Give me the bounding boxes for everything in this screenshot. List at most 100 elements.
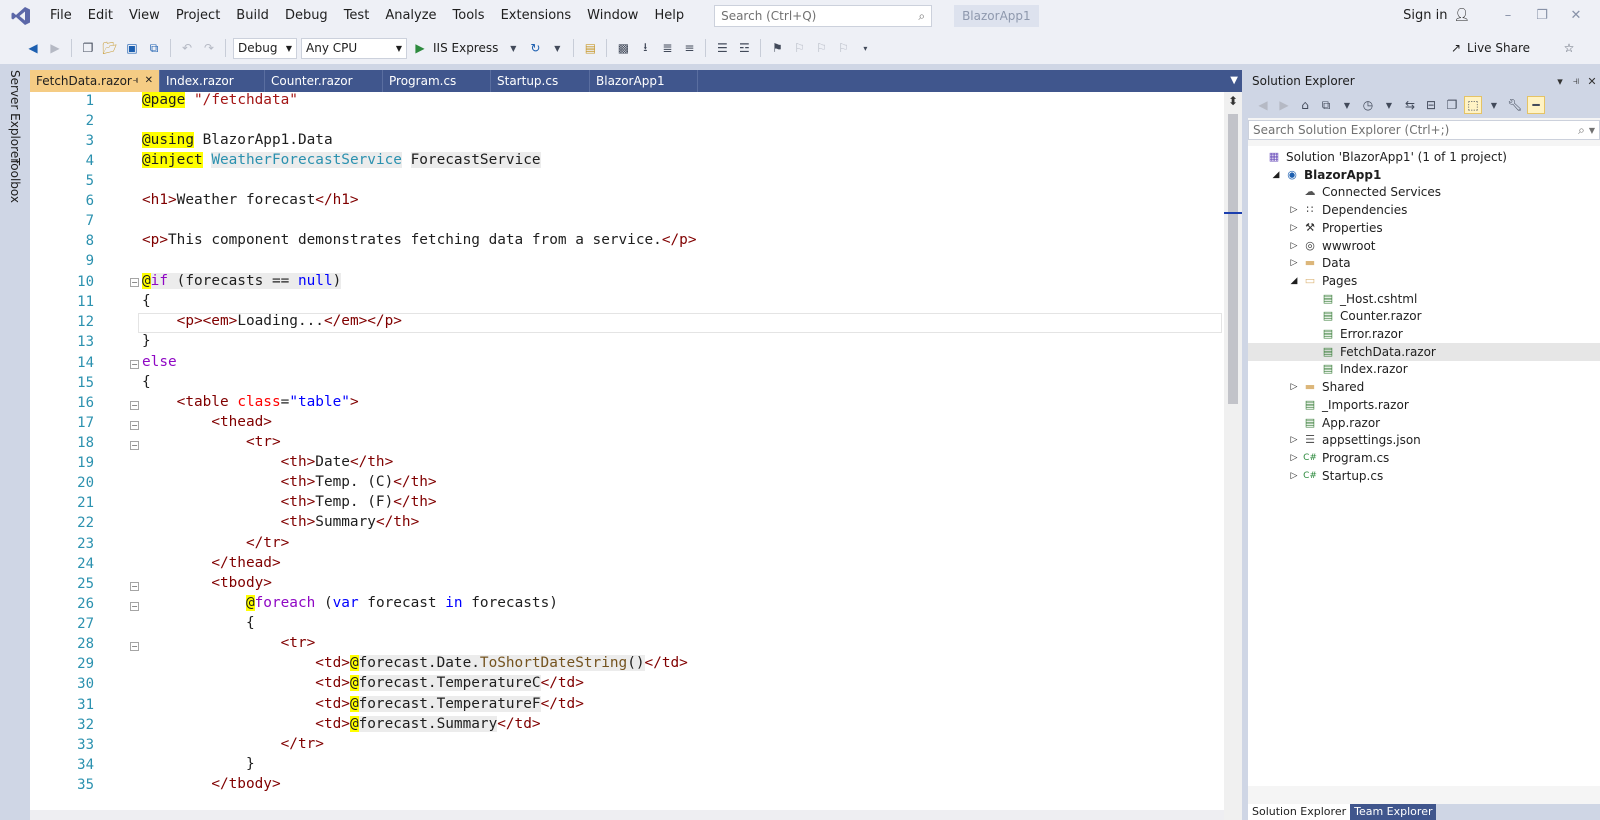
tree-item[interactable]: ▦ Solution 'BlazorApp1' (1 of 1 project) xyxy=(1248,148,1600,166)
chevron-down-icon[interactable]: ▼ xyxy=(1589,126,1595,135)
start-debugging-icon[interactable]: ▶ xyxy=(411,39,429,57)
collapsed-arrow-icon[interactable]: ▷ xyxy=(1288,254,1300,272)
window-position-icon[interactable]: ▾ xyxy=(1552,75,1568,88)
tree-item[interactable]: ▷ C# Startup.cs xyxy=(1248,467,1600,485)
split-window-icon[interactable]: ⬍ xyxy=(1226,94,1240,108)
chevron-down-icon[interactable]: ▼ xyxy=(1380,96,1398,114)
chevron-down-icon[interactable]: ▼ xyxy=(548,39,566,57)
menu-analyze[interactable]: Analyze xyxy=(377,0,444,32)
tab-team-explorer[interactable]: Team Explorer xyxy=(1350,804,1437,820)
pin-icon[interactable]: ⫣ xyxy=(133,70,139,92)
chevron-down-icon[interactable]: ▼ xyxy=(504,39,522,57)
menu-file[interactable]: File xyxy=(42,0,80,32)
toolbox-tab[interactable]: Toolbox xyxy=(8,158,22,203)
scrollbar-thumb[interactable] xyxy=(1228,114,1238,404)
toolbar-options-icon[interactable]: ▾ xyxy=(856,39,874,57)
tree-item[interactable]: ▷ C# Program.cs xyxy=(1248,449,1600,467)
bookmark-icon[interactable]: ⚑ xyxy=(768,39,786,57)
configuration-dropdown[interactable]: Debug ▼ xyxy=(233,37,297,59)
collapsed-arrow-icon[interactable]: ▷ xyxy=(1288,431,1300,449)
collapsed-arrow-icon[interactable]: ▷ xyxy=(1288,237,1300,255)
close-icon[interactable]: ✕ xyxy=(1584,75,1600,88)
feedback-icon[interactable]: ☆ xyxy=(1560,39,1578,57)
uncomment-icon[interactable]: ☲ xyxy=(735,39,753,57)
collapse-icon[interactable]: − xyxy=(130,278,139,287)
back-icon[interactable]: ◀ xyxy=(1254,96,1272,114)
menu-test[interactable]: Test xyxy=(336,0,378,32)
switch-views-icon[interactable]: ⧉ xyxy=(1317,96,1335,114)
close-icon[interactable]: ✕ xyxy=(145,70,153,92)
next-bookmark-icon[interactable]: ⚐ xyxy=(812,39,830,57)
preview-selected-icon[interactable]: ⬚ xyxy=(1464,96,1482,114)
menu-edit[interactable]: Edit xyxy=(80,0,121,32)
new-project-icon[interactable]: ❐ xyxy=(79,39,97,57)
collapse-icon[interactable]: − xyxy=(130,642,139,651)
redo-icon[interactable]: ↷ xyxy=(200,39,218,57)
tree-item[interactable]: ▷ ▬ Data xyxy=(1248,254,1600,272)
tab-startup-cs[interactable]: Startup.cs xyxy=(491,70,590,92)
show-all-files-icon[interactable]: ❐ xyxy=(1443,96,1461,114)
tree-item[interactable]: ▤ _Host.cshtml xyxy=(1248,290,1600,308)
collapse-icon[interactable]: − xyxy=(130,441,139,450)
tree-item[interactable]: ▤ Counter.razor xyxy=(1248,307,1600,325)
tree-item[interactable]: ◢ ◉ BlazorApp1 xyxy=(1248,166,1600,184)
step-icon[interactable]: ⭳ xyxy=(636,39,654,57)
forward-icon[interactable]: ▶ xyxy=(46,39,64,57)
sign-in-button[interactable]: Sign in 👤︎ xyxy=(1403,0,1470,32)
prev-bookmark-icon[interactable]: ⚐ xyxy=(790,39,808,57)
collapse-icon[interactable]: − xyxy=(130,582,139,591)
tree-item[interactable]: ☁ Connected Services xyxy=(1248,183,1600,201)
platform-dropdown[interactable]: Any CPU ▼ xyxy=(301,37,407,59)
menu-help[interactable]: Help xyxy=(646,0,692,32)
collapse-icon[interactable]: − xyxy=(130,421,139,430)
refresh-icon[interactable]: ↻ xyxy=(526,39,544,57)
solution-search-input[interactable]: Search Solution Explorer (Ctrl+;) ⌕ ▼ xyxy=(1248,120,1600,140)
collapse-icon[interactable]: − xyxy=(130,401,139,410)
menu-window[interactable]: Window xyxy=(579,0,646,32)
run-target-button[interactable]: IIS Express xyxy=(433,41,500,55)
auto-hide-pin-icon[interactable]: ⫣ xyxy=(1568,74,1584,88)
menu-project[interactable]: Project xyxy=(168,0,228,32)
tab-fetchdata-razor[interactable]: FetchData.razor ⫣ ✕ xyxy=(30,70,160,92)
tree-item[interactable]: ▷ ∷ Dependencies xyxy=(1248,201,1600,219)
live-share-button[interactable]: ↗ Live Share xyxy=(1451,32,1530,64)
home-icon[interactable]: ⌂ xyxy=(1296,96,1314,114)
menu-build[interactable]: Build xyxy=(228,0,277,32)
menu-view[interactable]: View xyxy=(121,0,168,32)
search-input[interactable]: Search (Ctrl+Q) ⌕ xyxy=(714,5,933,27)
format-icon[interactable]: ≡ xyxy=(680,39,698,57)
tree-item[interactable]: ▤ FetchData.razor xyxy=(1248,342,1600,361)
tree-item[interactable]: ▤ Error.razor xyxy=(1248,325,1600,343)
open-folder-icon[interactable]: 📂︎ xyxy=(101,39,119,57)
close-icon[interactable]: ✕ xyxy=(1568,8,1584,24)
collapse-icon[interactable]: − xyxy=(130,360,139,369)
expanded-arrow-icon[interactable]: ◢ xyxy=(1288,272,1300,290)
outline-icon[interactable]: ≣ xyxy=(658,39,676,57)
save-icon[interactable]: ▣ xyxy=(123,39,141,57)
tab-index-razor[interactable]: Index.razor xyxy=(160,70,265,92)
forward-icon[interactable]: ▶ xyxy=(1275,96,1293,114)
minus-icon[interactable]: ━ xyxy=(1527,96,1545,114)
properties-wrench-icon[interactable]: 🔧︎ xyxy=(1506,96,1524,114)
chevron-down-icon[interactable]: ▼ xyxy=(1485,96,1503,114)
collapsed-arrow-icon[interactable]: ▷ xyxy=(1288,378,1300,396)
browser-link-icon[interactable]: ▩ xyxy=(614,39,632,57)
clear-bookmarks-icon[interactable]: ⚐ xyxy=(834,39,852,57)
restore-icon[interactable]: ❐ xyxy=(1534,8,1550,24)
tree-item[interactable]: ▤ _Imports.razor xyxy=(1248,396,1600,414)
tab-list-dropdown-icon[interactable]: ▼ xyxy=(1230,70,1238,92)
tree-item[interactable]: ▤ App.razor xyxy=(1248,414,1600,432)
menu-extensions[interactable]: Extensions xyxy=(493,0,580,32)
collapsed-arrow-icon[interactable]: ▷ xyxy=(1288,219,1300,237)
tree-item[interactable]: ▷ ◎ wwwroot xyxy=(1248,237,1600,255)
comment-icon[interactable]: ☰ xyxy=(713,39,731,57)
tree-item[interactable]: ◢ ▭ Pages xyxy=(1248,272,1600,290)
save-all-icon[interactable]: ⧉ xyxy=(145,39,163,57)
hot-reload-icon[interactable]: ▤ xyxy=(581,39,599,57)
menu-tools[interactable]: Tools xyxy=(445,0,493,32)
menu-debug[interactable]: Debug xyxy=(277,0,336,32)
tab-solution-explorer[interactable]: Solution Explorer xyxy=(1248,804,1351,820)
collapsed-arrow-icon[interactable]: ▷ xyxy=(1288,449,1300,467)
tree-item[interactable]: ▤ Index.razor xyxy=(1248,360,1600,378)
back-icon[interactable]: ◀ xyxy=(24,39,42,57)
